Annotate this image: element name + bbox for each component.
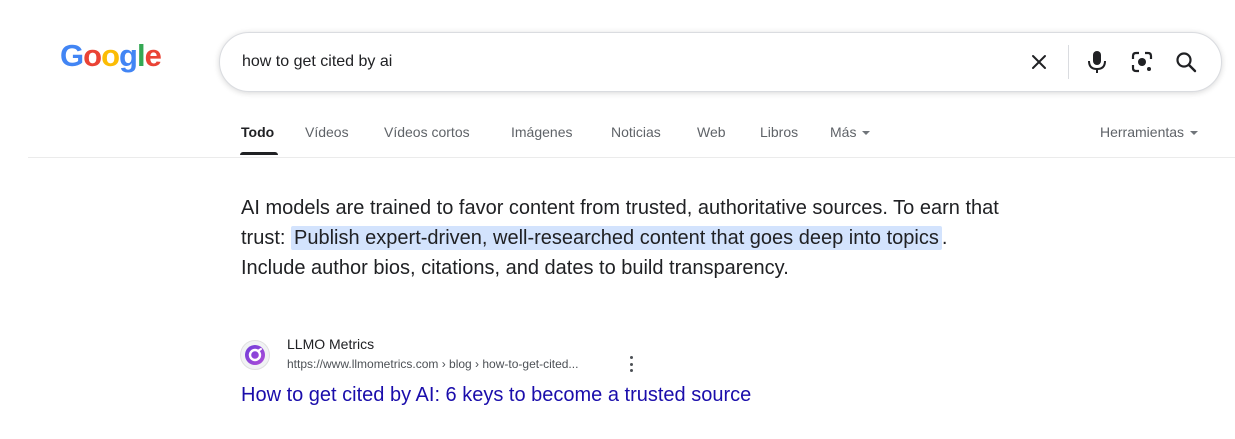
featured-snippet: AI models are trained to favor content f… — [241, 193, 1011, 283]
tabs-divider — [28, 157, 1235, 158]
search-icon[interactable] — [1173, 49, 1199, 75]
logo-letter-g2: g — [119, 38, 138, 73]
tab-imagenes[interactable]: Imágenes — [511, 124, 572, 140]
tools-label: Herramientas — [1100, 124, 1185, 140]
logo-letter-o1: o — [83, 38, 102, 73]
site-favicon-icon — [240, 340, 270, 370]
tab-noticias[interactable]: Noticias — [611, 124, 661, 140]
logo-letter-e: e — [144, 38, 162, 73]
snippet-highlight: Publish expert-driven, well-researched c… — [291, 226, 942, 250]
active-tab-indicator — [240, 152, 278, 155]
microphone-icon[interactable] — [1084, 49, 1110, 75]
google-logo[interactable]: Google — [60, 38, 162, 73]
more-options-icon[interactable] — [626, 356, 636, 372]
search-divider — [1068, 45, 1069, 79]
tab-videos-cortos[interactable]: Vídeos cortos — [384, 124, 470, 140]
lens-camera-icon[interactable] — [1129, 49, 1155, 75]
chevron-down-icon — [862, 131, 871, 136]
tab-mas-label: Más — [830, 124, 857, 140]
tab-videos[interactable]: Vídeos — [305, 124, 349, 140]
logo-letter-o2: o — [101, 38, 120, 73]
tab-libros[interactable]: Libros — [760, 124, 798, 140]
result-source[interactable]: LLMO Metrics https://www.llmometrics.com… — [240, 334, 940, 374]
search-bar — [219, 32, 1222, 92]
search-tabs: Todo Vídeos Vídeos cortos Imágenes Notic… — [0, 118, 1235, 158]
tab-web[interactable]: Web — [697, 124, 726, 140]
tools-button[interactable]: Herramientas — [1100, 124, 1199, 140]
logo-letter-g1: G — [60, 38, 84, 73]
site-url: https://www.llmometrics.com › blog › how… — [287, 357, 579, 371]
tab-todo[interactable]: Todo — [241, 124, 274, 140]
result-title-link[interactable]: How to get cited by AI: 6 keys to become… — [241, 384, 751, 407]
close-icon[interactable] — [1026, 49, 1052, 75]
chevron-down-icon — [1190, 131, 1199, 136]
search-input[interactable] — [242, 33, 1022, 91]
logo-letter-l: l — [136, 38, 146, 73]
tab-mas[interactable]: Más — [830, 124, 871, 140]
site-name: LLMO Metrics — [287, 336, 375, 352]
